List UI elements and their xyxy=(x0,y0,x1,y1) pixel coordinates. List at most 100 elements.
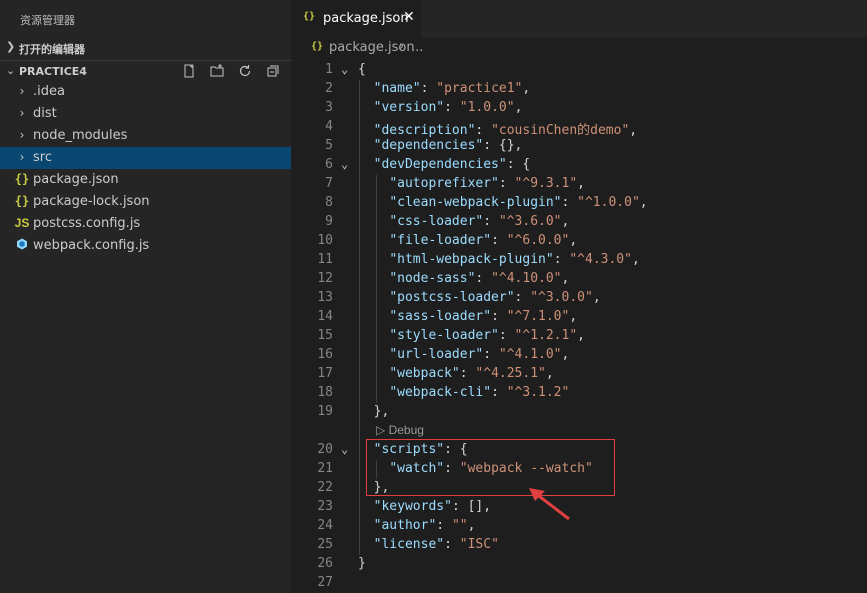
code-text: "node-sass": "^4.10.0", xyxy=(358,271,569,286)
code-line[interactable]: 6 ⌄ "devDependencies": { xyxy=(291,156,867,175)
line-number: 10 xyxy=(317,233,333,248)
code-text: "version": "1.0.0", xyxy=(358,100,523,115)
line-number: 13 xyxy=(317,290,333,305)
fold-chevron-icon[interactable]: ⌄ xyxy=(341,62,348,76)
code-line[interactable]: 5 "dependencies": {}, xyxy=(291,137,867,156)
line-number: 27 xyxy=(317,575,333,590)
tree-item-src[interactable]: › src xyxy=(0,147,291,169)
code-token: : xyxy=(475,123,492,138)
code-line[interactable]: 13 "postcss-loader": "^3.0.0", xyxy=(291,289,867,308)
code-token: : xyxy=(459,366,476,381)
code-line[interactable]: 4 "description": "cousinChen的demo", xyxy=(291,118,867,138)
code-line[interactable]: 18 "webpack-cli": "^3.1.2" xyxy=(291,384,867,403)
code-line[interactable]: 8 "clean-webpack-plugin": "^1.0.0", xyxy=(291,194,867,213)
code-line[interactable]: 27 xyxy=(291,574,867,593)
line-number: 1 xyxy=(325,62,333,77)
tree-item-dist[interactable]: › dist xyxy=(0,103,291,125)
tab-label: package.json xyxy=(323,11,409,26)
tree-item-postcss-config[interactable]: JS postcss.config.js xyxy=(0,213,291,235)
code-editor[interactable]: ▷ Debug 1 ⌄ {2 "name": "practice1", 3 "vers… xyxy=(291,60,867,593)
tree-item-label: node_modules xyxy=(33,128,128,143)
line-number: 3 xyxy=(325,100,333,115)
code-line[interactable]: 15 "style-loader": "^1.2.1", xyxy=(291,327,867,346)
code-text: "file-loader": "^6.0.0", xyxy=(358,233,577,248)
tree-item-package-lock-json[interactable]: {} package-lock.json xyxy=(0,191,291,213)
code-token: "practice1" xyxy=(436,81,523,96)
code-token: "watch" xyxy=(389,461,445,476)
close-icon[interactable]: ✕ xyxy=(403,9,415,25)
code-line[interactable]: 9 "css-loader": "^3.6.0", xyxy=(291,213,867,232)
code-token: "^4.1.0" xyxy=(498,347,562,362)
code-token: "webpack --watch" xyxy=(459,461,593,476)
tree-item-package-json[interactable]: {} package.json xyxy=(0,169,291,191)
code-token: , xyxy=(561,347,570,362)
code-token: "autoprefixer" xyxy=(389,176,499,191)
code-line[interactable]: 10 "file-loader": "^6.0.0", xyxy=(291,232,867,251)
code-text: "author": "", xyxy=(358,518,476,533)
code-line[interactable]: 14 "sass-loader": "^7.1.0", xyxy=(291,308,867,327)
breadcrumb-more[interactable]: ... xyxy=(411,40,423,55)
code-line[interactable]: 2 "name": "practice1", xyxy=(291,80,867,99)
code-text: "webpack-cli": "^3.1.2" xyxy=(358,385,569,400)
code-token: "devDependencies" xyxy=(373,157,507,172)
code-line[interactable]: 19 }, xyxy=(291,403,867,422)
code-text: }, xyxy=(358,404,390,419)
code-token: "license" xyxy=(373,537,445,552)
code-token: "clean-webpack-plugin" xyxy=(389,195,562,210)
breadcrumb-separator: › xyxy=(399,39,405,54)
code-token: "^1.2.1" xyxy=(514,328,578,343)
code-line[interactable]: 3 "version": "1.0.0", xyxy=(291,99,867,118)
line-number: 21 xyxy=(317,461,333,476)
code-token: "webpack-cli" xyxy=(389,385,492,400)
new-file-icon[interactable] xyxy=(181,63,199,81)
debug-codelens[interactable]: ▷ Debug xyxy=(376,423,424,437)
breadcrumb: {} package.json › ... xyxy=(291,38,867,58)
code-token: , xyxy=(569,309,578,324)
js-file-icon: JS xyxy=(14,216,30,230)
code-line[interactable]: 11 "html-webpack-plugin": "^4.3.0", xyxy=(291,251,867,270)
json-file-icon: {} xyxy=(311,41,324,52)
code-token: : xyxy=(561,195,578,210)
code-text: "description": "cousinChen的demo", xyxy=(358,119,637,138)
code-line[interactable]: 20 ⌄ "scripts": { xyxy=(291,441,867,460)
tree-item-idea[interactable]: › .idea xyxy=(0,81,291,103)
line-number: 19 xyxy=(317,404,333,419)
fold-chevron-icon[interactable]: ⌄ xyxy=(341,442,348,456)
code-token: : xyxy=(498,176,515,191)
fold-chevron-icon[interactable]: ⌄ xyxy=(341,157,348,171)
project-section[interactable]: ⌄ PRACTICE4 xyxy=(0,60,291,83)
code-line[interactable]: 21 "watch": "webpack --watch" xyxy=(291,460,867,479)
code-line[interactable]: 1 ⌄ { xyxy=(291,61,867,80)
code-line[interactable]: 7 "autoprefixer": "^9.3.1", xyxy=(291,175,867,194)
code-text: "keywords": [], xyxy=(358,499,491,514)
collapse-all-icon[interactable] xyxy=(265,63,283,81)
new-folder-icon[interactable] xyxy=(209,63,227,81)
open-editors-section[interactable]: ❯ 打开的编辑器 xyxy=(0,37,291,59)
tree-item-webpack-config[interactable]: webpack.config.js xyxy=(0,235,291,257)
code-line[interactable]: 12 "node-sass": "^4.10.0", xyxy=(291,270,867,289)
project-label: PRACTICE4 xyxy=(19,65,87,78)
code-token: "^3.6.0" xyxy=(498,214,562,229)
code-line[interactable]: 25 "license": "ISC" xyxy=(291,536,867,555)
code-line[interactable]: 23 "keywords": [], xyxy=(291,498,867,517)
code-text: { xyxy=(358,62,366,77)
code-line[interactable]: 22 }, xyxy=(291,479,867,498)
code-token: : xyxy=(491,385,507,400)
refresh-icon[interactable] xyxy=(237,63,255,81)
code-token: "html-webpack-plugin" xyxy=(389,252,554,267)
tree-item-node-modules[interactable]: › node_modules xyxy=(0,125,291,147)
code-token: "^1.0.0" xyxy=(577,195,640,210)
code-token: { xyxy=(358,62,366,77)
code-line[interactable]: 26} xyxy=(291,555,867,574)
line-number: 2 xyxy=(325,81,333,96)
code-token: : xyxy=(444,537,460,552)
line-number: 9 xyxy=(325,214,333,229)
tab-package-json[interactable]: {} package.json ✕ xyxy=(291,0,421,38)
code-line[interactable]: 24 "author": "", xyxy=(291,517,867,536)
code-line[interactable]: 17 "webpack": "^4.25.1", xyxy=(291,365,867,384)
code-line[interactable]: 16 "url-loader": "^4.1.0", xyxy=(291,346,867,365)
